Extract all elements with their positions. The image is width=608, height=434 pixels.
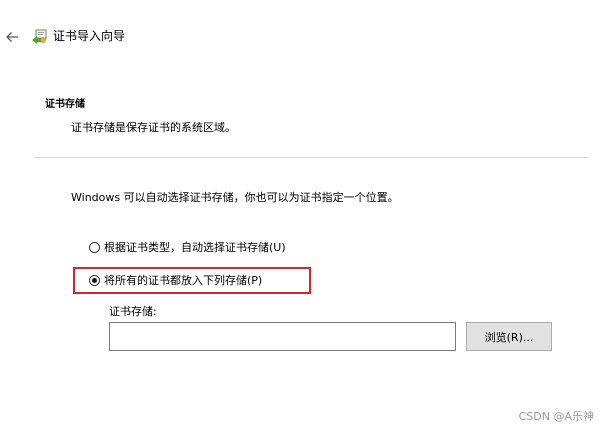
certificate-wizard-icon xyxy=(30,27,48,45)
certificate-import-wizard: 证书导入向导 证书存储 证书存储是保存证书的系统区域。 Windows 可以自动… xyxy=(0,0,608,434)
section-heading: 证书存储 xyxy=(45,99,85,110)
radio-button-selected[interactable] xyxy=(89,275,100,286)
certificate-store-field[interactable] xyxy=(109,322,456,351)
csdn-watermark: CSDN @A乐神 xyxy=(518,410,594,423)
place-in-store-option[interactable]: 将所有的证书都放入下列存储(P) xyxy=(89,274,262,287)
auto-select-store-option[interactable]: 根据证书类型，自动选择证书存储(U) xyxy=(89,241,286,254)
place-in-store-label: 将所有的证书都放入下列存储(P) xyxy=(104,274,263,287)
back-arrow-icon[interactable] xyxy=(4,29,20,45)
section-description: 证书存储是保存证书的系统区域。 xyxy=(71,121,236,134)
certificate-store-label: 证书存储: xyxy=(109,305,157,318)
header-divider xyxy=(34,157,588,158)
radio-button-unselected[interactable] xyxy=(89,242,100,253)
wizard-title: 证书导入向导 xyxy=(53,29,126,43)
intro-text: Windows 可以自动选择证书存储，你也可以为证书指定一个位置。 xyxy=(71,191,399,204)
radio-dot xyxy=(92,278,97,283)
auto-select-store-label: 根据证书类型，自动选择证书存储(U) xyxy=(104,241,286,254)
browse-button[interactable]: 浏览(R)... xyxy=(466,322,552,351)
